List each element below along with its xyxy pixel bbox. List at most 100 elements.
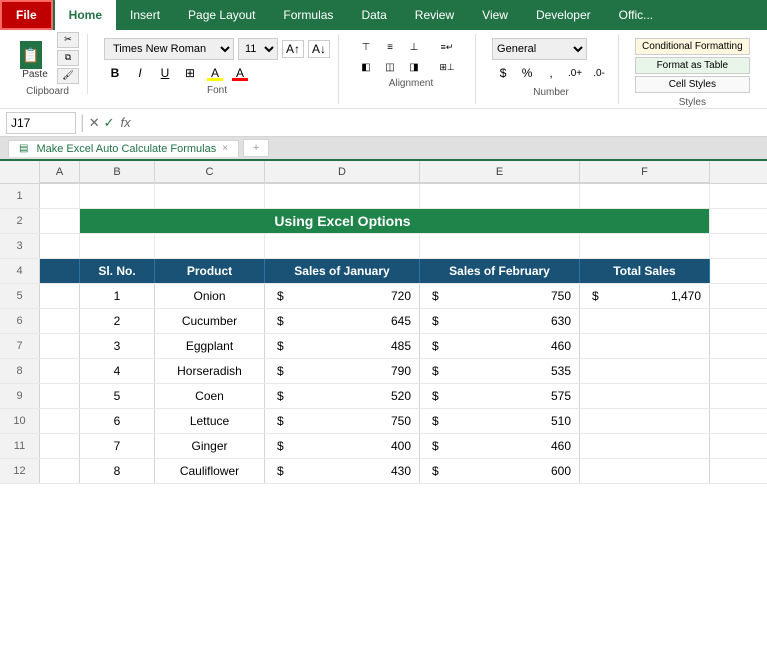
cell-e3[interactable] — [420, 234, 580, 258]
cell-d8[interactable]: $790 — [265, 359, 420, 383]
cell-f6[interactable] — [580, 309, 710, 333]
cell-b3[interactable] — [80, 234, 155, 258]
cell-f9[interactable] — [580, 384, 710, 408]
cell-e4[interactable]: Sales of February — [420, 259, 580, 283]
formula-input[interactable] — [135, 112, 761, 134]
cell-f11[interactable] — [580, 434, 710, 458]
cell-a1[interactable] — [40, 184, 80, 208]
align-bottom-button[interactable]: ⊥ — [403, 38, 425, 56]
cell-c1[interactable] — [155, 184, 265, 208]
percent-button[interactable]: % — [516, 63, 538, 83]
cell-a4[interactable] — [40, 259, 80, 283]
cell-b8[interactable]: 4 — [80, 359, 155, 383]
col-header-b[interactable]: B — [80, 161, 155, 183]
cell-e12[interactable]: $600 — [420, 459, 580, 483]
tab-view[interactable]: View — [468, 0, 522, 30]
cell-c8[interactable]: Horseradish — [155, 359, 265, 383]
cell-e8[interactable]: $535 — [420, 359, 580, 383]
cell-e10[interactable]: $510 — [420, 409, 580, 433]
cell-c2[interactable] — [155, 209, 265, 233]
cell-b9[interactable]: 5 — [80, 384, 155, 408]
cell-a10[interactable] — [40, 409, 80, 433]
increase-decimal-button[interactable]: .0+ — [564, 63, 586, 83]
tab-review[interactable]: Review — [401, 0, 468, 30]
tab-page-layout[interactable]: Page Layout — [174, 0, 269, 30]
cell-c12[interactable]: Cauliflower — [155, 459, 265, 483]
cell-b10[interactable]: 6 — [80, 409, 155, 433]
cell-b4[interactable]: Sl. No. — [80, 259, 155, 283]
cell-f12[interactable] — [580, 459, 710, 483]
align-center-button[interactable]: ◫ — [379, 58, 401, 76]
conditional-formatting-button[interactable]: Conditional Formatting — [635, 38, 750, 55]
col-header-a[interactable]: A — [40, 161, 80, 183]
align-right-button[interactable]: ◨ — [403, 58, 425, 76]
cell-a11[interactable] — [40, 434, 80, 458]
font-size-select[interactable]: 11 — [238, 38, 278, 60]
align-middle-button[interactable]: ≡ — [379, 38, 401, 56]
col-header-d[interactable]: D — [265, 161, 420, 183]
italic-button[interactable]: I — [129, 63, 151, 83]
name-box[interactable] — [6, 112, 76, 134]
confirm-formula-icon[interactable]: ✓ — [104, 115, 115, 131]
font-shrink-button[interactable]: A↓ — [308, 40, 330, 58]
tab-data[interactable]: Data — [347, 0, 400, 30]
tab-insert[interactable]: Insert — [116, 0, 174, 30]
col-header-e[interactable]: E — [420, 161, 580, 183]
cell-e11[interactable]: $460 — [420, 434, 580, 458]
font-grow-button[interactable]: A↑ — [282, 40, 304, 58]
cell-f2[interactable] — [580, 209, 710, 233]
cell-d1[interactable] — [265, 184, 420, 208]
cell-b1[interactable] — [80, 184, 155, 208]
cell-a5[interactable] — [40, 284, 80, 308]
copy-button[interactable]: ⧉ — [57, 50, 79, 66]
merge-center-button[interactable]: ⊞⊥ — [427, 58, 467, 76]
cell-e1[interactable] — [420, 184, 580, 208]
cell-c11[interactable]: Ginger — [155, 434, 265, 458]
tab-file[interactable]: File — [0, 0, 53, 30]
cell-f4[interactable]: Total Sales — [580, 259, 710, 283]
cell-a3[interactable] — [40, 234, 80, 258]
cell-d3[interactable] — [265, 234, 420, 258]
bold-button[interactable]: B — [104, 63, 126, 83]
cell-d9[interactable]: $520 — [265, 384, 420, 408]
cell-d2[interactable]: Using Excel Options — [265, 209, 420, 233]
cell-c3[interactable] — [155, 234, 265, 258]
cell-e6[interactable]: $630 — [420, 309, 580, 333]
cell-a2[interactable] — [40, 209, 80, 233]
decrease-decimal-button[interactable]: .0- — [588, 63, 610, 83]
cell-a6[interactable] — [40, 309, 80, 333]
cancel-formula-icon[interactable]: ✕ — [89, 115, 100, 131]
font-name-select[interactable]: Times New Roman — [104, 38, 234, 60]
cell-c10[interactable]: Lettuce — [155, 409, 265, 433]
col-header-f[interactable]: F — [580, 161, 710, 183]
format-painter-button[interactable]: 🖌 — [57, 68, 79, 84]
tab-formulas[interactable]: Formulas — [269, 0, 347, 30]
cell-f7[interactable] — [580, 334, 710, 358]
cell-d4[interactable]: Sales of January — [265, 259, 420, 283]
cell-f8[interactable] — [580, 359, 710, 383]
cell-d12[interactable]: $430 — [265, 459, 420, 483]
new-sheet-button[interactable]: + — [243, 139, 269, 157]
cut-button[interactable]: ✂ — [57, 32, 79, 48]
cell-d7[interactable]: $485 — [265, 334, 420, 358]
fill-color-button[interactable]: A — [204, 63, 226, 83]
cell-a7[interactable] — [40, 334, 80, 358]
cell-b2[interactable] — [80, 209, 155, 233]
cell-c6[interactable]: Cucumber — [155, 309, 265, 333]
font-color-button[interactable]: A — [229, 63, 251, 83]
cell-a12[interactable] — [40, 459, 80, 483]
sheet-tab-close[interactable]: × — [222, 143, 228, 154]
cell-b11[interactable]: 7 — [80, 434, 155, 458]
cell-e9[interactable]: $575 — [420, 384, 580, 408]
tab-home[interactable]: Home — [55, 0, 116, 30]
underline-button[interactable]: U — [154, 63, 176, 83]
cell-f1[interactable] — [580, 184, 710, 208]
cell-b6[interactable]: 2 — [80, 309, 155, 333]
cell-e2[interactable] — [420, 209, 580, 233]
tab-developer[interactable]: Developer — [522, 0, 605, 30]
cell-e7[interactable]: $460 — [420, 334, 580, 358]
cell-f5[interactable]: $1,470 — [580, 284, 710, 308]
cell-c7[interactable]: Eggplant — [155, 334, 265, 358]
cell-c9[interactable]: Coen — [155, 384, 265, 408]
align-top-button[interactable]: ⊤ — [355, 38, 377, 56]
